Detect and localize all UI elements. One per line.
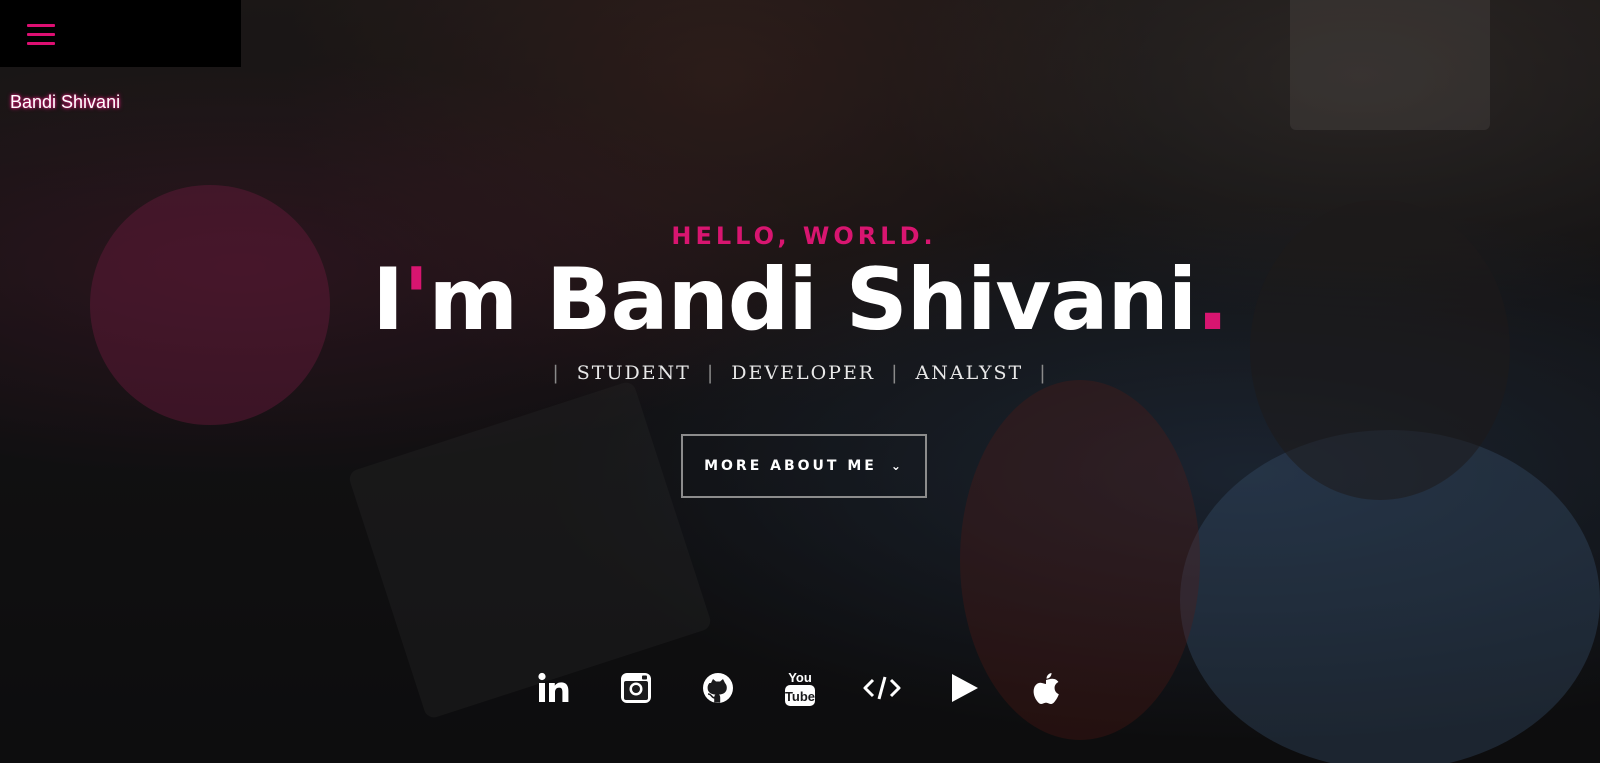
more-about-me-button[interactable]: MORE ABOUT ME ⌄ (681, 434, 927, 498)
role-separator: | (891, 362, 900, 384)
youtube-text-top: You (788, 670, 812, 685)
github-icon[interactable] (698, 668, 738, 708)
hamburger-icon[interactable] (27, 22, 57, 48)
page-title: I'm Bandi Shivani. (0, 252, 1600, 348)
headline-apostrophe: ' (403, 250, 429, 350)
role-separator: | (552, 362, 561, 384)
role-analyst: ANALYST (915, 362, 1024, 384)
instagram-icon[interactable] (616, 668, 656, 708)
role-developer: DEVELOPER (731, 362, 876, 384)
intro-block: HELLO, WORLD. I'm Bandi Shivani. | STUDEN… (0, 222, 1600, 384)
apple-icon[interactable] (1026, 668, 1066, 708)
linkedin-icon[interactable] (534, 668, 574, 708)
headline-prefix: I (372, 250, 404, 350)
headline-period: . (1196, 250, 1229, 350)
play-store-icon[interactable] (944, 668, 984, 708)
social-links: You Tube (0, 668, 1600, 708)
brand-name[interactable]: Bandi Shivani (10, 92, 120, 113)
hero-section: Bandi Shivani HELLO, WORLD. I'm Bandi Sh… (0, 0, 1600, 763)
role-separator: | (1039, 362, 1048, 384)
menu-bar (0, 0, 241, 67)
roles-line: | STUDENT | DEVELOPER | ANALYST | (0, 362, 1600, 384)
role-student: STUDENT (576, 362, 691, 384)
chevron-down-icon: ⌄ (890, 459, 904, 473)
greeting-text: HELLO, WORLD. (671, 222, 937, 250)
role-separator: | (706, 362, 716, 384)
more-about-me-label: MORE ABOUT ME (704, 458, 877, 474)
youtube-text-bottom: Tube (785, 689, 815, 704)
code-icon[interactable] (862, 668, 902, 708)
youtube-icon[interactable]: You Tube (780, 668, 820, 708)
headline-name: m Bandi Shivani (428, 250, 1197, 350)
